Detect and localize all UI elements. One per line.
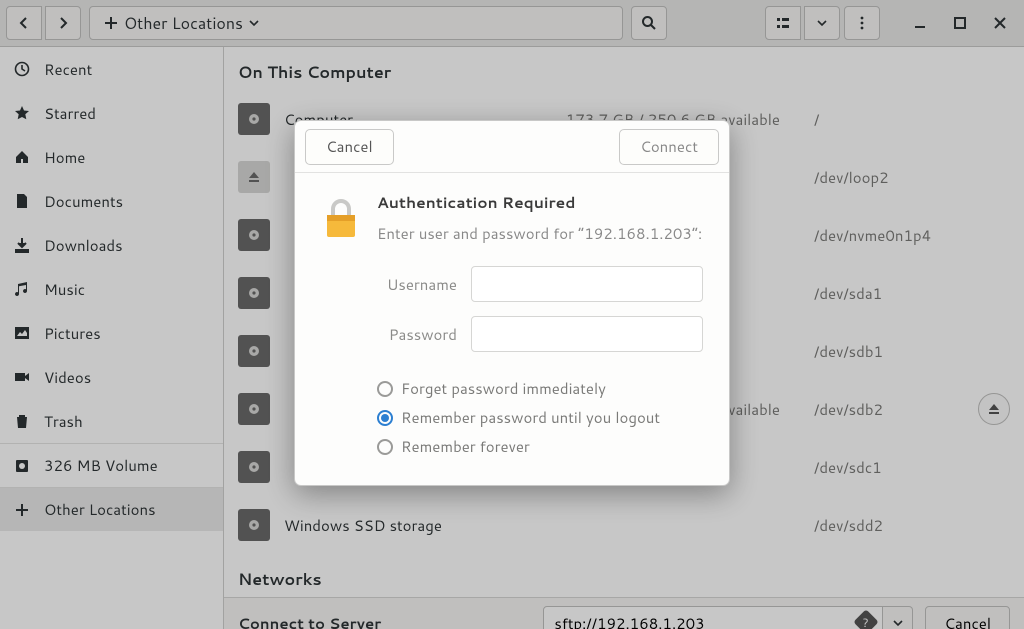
dialog-title: Authentication Required	[377, 191, 703, 213]
auth-dialog: Cancel Connect Authentication Required E…	[294, 120, 730, 486]
radio-forget[interactable]: Forget password immediately	[377, 374, 703, 403]
radio-remember-forever-label: Remember forever	[401, 436, 530, 457]
lock-icon	[321, 191, 361, 461]
radio-remember-forever[interactable]: Remember forever	[377, 432, 703, 461]
dialog-subtitle: Enter user and password for “192.168.1.2…	[377, 223, 703, 244]
password-input[interactable]	[471, 316, 703, 352]
username-label: Username	[377, 274, 457, 295]
dialog-cancel-button[interactable]: Cancel	[305, 129, 394, 165]
radio-remember-session[interactable]: Remember password until you logout	[377, 403, 703, 432]
dialog-connect-button[interactable]: Connect	[619, 129, 719, 165]
modal-overlay: Cancel Connect Authentication Required E…	[0, 0, 1024, 629]
radio-remember-session-label: Remember password until you logout	[401, 407, 660, 428]
radio-forget-label: Forget password immediately	[401, 378, 606, 399]
password-label: Password	[377, 324, 457, 345]
username-input[interactable]	[471, 266, 703, 302]
